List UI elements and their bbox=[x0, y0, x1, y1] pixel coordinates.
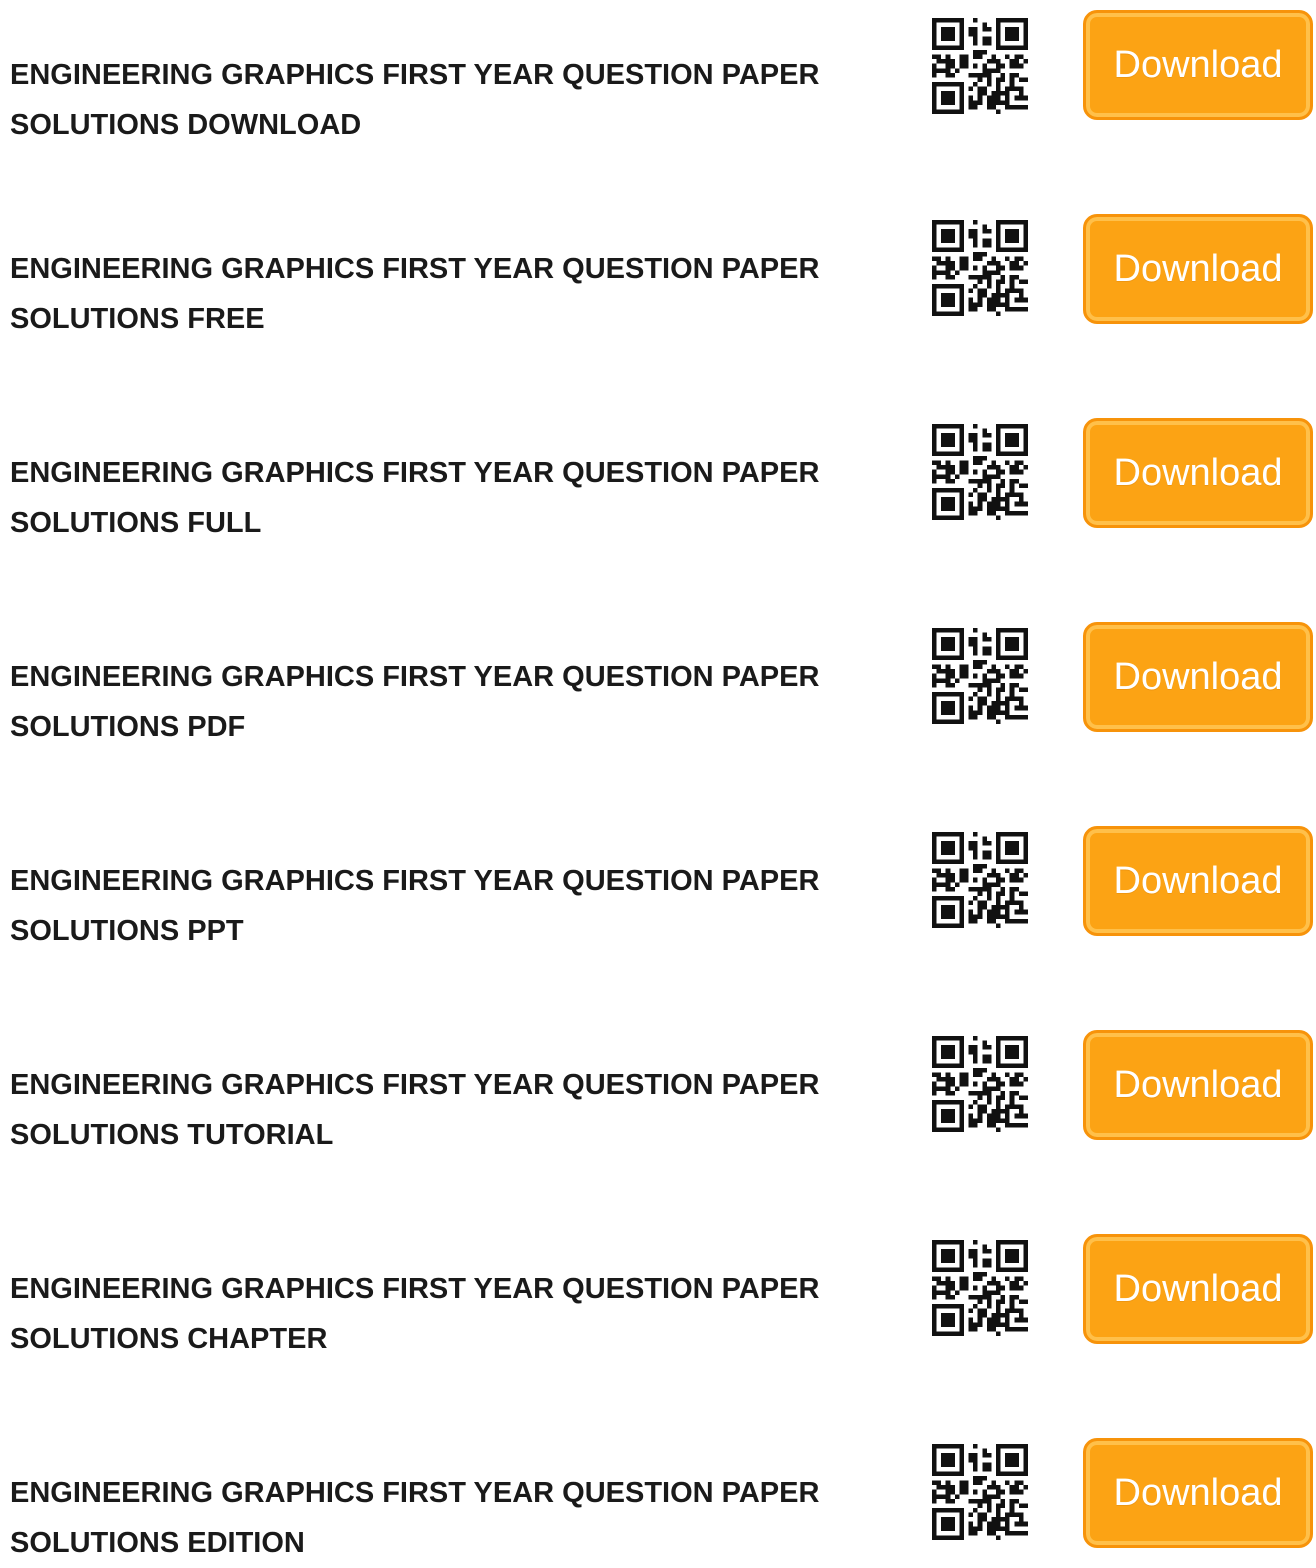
download-button[interactable]: Download bbox=[1083, 418, 1313, 528]
list-item: ENGINEERING GRAPHICS FIRST YEAR QUESTION… bbox=[0, 1030, 1316, 1151]
download-button[interactable]: Download bbox=[1083, 1030, 1313, 1140]
item-title-line1: ENGINEERING GRAPHICS FIRST YEAR QUESTION… bbox=[10, 59, 820, 91]
item-title: ENGINEERING GRAPHICS FIRST YEAR QUESTION… bbox=[10, 1060, 910, 1160]
qr-code-icon bbox=[932, 628, 1028, 724]
list-item: ENGINEERING GRAPHICS FIRST YEAR QUESTION… bbox=[0, 1234, 1316, 1355]
download-button[interactable]: Download bbox=[1083, 1234, 1313, 1344]
item-title-line2: SOLUTIONS TUTORIAL bbox=[10, 1119, 334, 1151]
list-item: ENGINEERING GRAPHICS FIRST YEAR QUESTION… bbox=[0, 826, 1316, 947]
item-title-line2: SOLUTIONS PPT bbox=[10, 915, 244, 947]
item-title-line2: SOLUTIONS PDF bbox=[10, 711, 246, 743]
item-title-line1: ENGINEERING GRAPHICS FIRST YEAR QUESTION… bbox=[10, 457, 820, 489]
qr-code-icon bbox=[932, 220, 1028, 316]
download-button[interactable]: Download bbox=[1083, 214, 1313, 324]
item-title: ENGINEERING GRAPHICS FIRST YEAR QUESTION… bbox=[10, 856, 910, 956]
qr-code-graphic bbox=[932, 18, 1028, 114]
item-title-line2: SOLUTIONS FREE bbox=[10, 303, 265, 335]
list-item: ENGINEERING GRAPHICS FIRST YEAR QUESTION… bbox=[0, 10, 1316, 141]
item-title-line2: SOLUTIONS FULL bbox=[10, 507, 262, 539]
item-title-line2: SOLUTIONS CHAPTER bbox=[10, 1323, 328, 1355]
list-item: ENGINEERING GRAPHICS FIRST YEAR QUESTION… bbox=[0, 418, 1316, 539]
download-button[interactable]: Download bbox=[1083, 10, 1313, 120]
qr-code-icon bbox=[932, 832, 1028, 928]
item-title: ENGINEERING GRAPHICS FIRST YEAR QUESTION… bbox=[10, 1264, 910, 1364]
item-title-line2: SOLUTIONS DOWNLOAD bbox=[10, 109, 362, 141]
qr-code-icon bbox=[932, 18, 1028, 114]
item-title-line1: ENGINEERING GRAPHICS FIRST YEAR QUESTION… bbox=[10, 1477, 820, 1509]
qr-code-graphic bbox=[932, 1240, 1028, 1336]
item-title: ENGINEERING GRAPHICS FIRST YEAR QUESTION… bbox=[10, 244, 910, 344]
item-title-line1: ENGINEERING GRAPHICS FIRST YEAR QUESTION… bbox=[10, 253, 820, 285]
qr-code-icon bbox=[932, 1240, 1028, 1336]
download-list: ENGINEERING GRAPHICS FIRST YEAR QUESTION… bbox=[0, 0, 1316, 1559]
item-title: ENGINEERING GRAPHICS FIRST YEAR QUESTION… bbox=[10, 1468, 910, 1568]
list-item: ENGINEERING GRAPHICS FIRST YEAR QUESTION… bbox=[0, 1438, 1316, 1559]
item-title-line1: ENGINEERING GRAPHICS FIRST YEAR QUESTION… bbox=[10, 1069, 820, 1101]
item-title: ENGINEERING GRAPHICS FIRST YEAR QUESTION… bbox=[10, 448, 910, 548]
download-button[interactable]: Download bbox=[1083, 1438, 1313, 1548]
item-title-line1: ENGINEERING GRAPHICS FIRST YEAR QUESTION… bbox=[10, 661, 820, 693]
list-item: ENGINEERING GRAPHICS FIRST YEAR QUESTION… bbox=[0, 214, 1316, 335]
qr-code-graphic bbox=[932, 220, 1028, 316]
qr-code-icon bbox=[932, 1036, 1028, 1132]
qr-code-graphic bbox=[932, 1444, 1028, 1540]
download-button[interactable]: Download bbox=[1083, 826, 1313, 936]
qr-code-graphic bbox=[932, 628, 1028, 724]
qr-code-icon bbox=[932, 424, 1028, 520]
download-button[interactable]: Download bbox=[1083, 622, 1313, 732]
qr-code-graphic bbox=[932, 424, 1028, 520]
qr-code-graphic bbox=[932, 1036, 1028, 1132]
item-title-line1: ENGINEERING GRAPHICS FIRST YEAR QUESTION… bbox=[10, 1273, 820, 1305]
item-title: ENGINEERING GRAPHICS FIRST YEAR QUESTION… bbox=[10, 652, 910, 752]
item-title: ENGINEERING GRAPHICS FIRST YEAR QUESTION… bbox=[10, 50, 910, 150]
list-item: ENGINEERING GRAPHICS FIRST YEAR QUESTION… bbox=[0, 622, 1316, 743]
qr-code-graphic bbox=[932, 832, 1028, 928]
qr-code-icon bbox=[932, 1444, 1028, 1540]
item-title-line2: SOLUTIONS EDITION bbox=[10, 1527, 305, 1559]
item-title-line1: ENGINEERING GRAPHICS FIRST YEAR QUESTION… bbox=[10, 865, 820, 897]
